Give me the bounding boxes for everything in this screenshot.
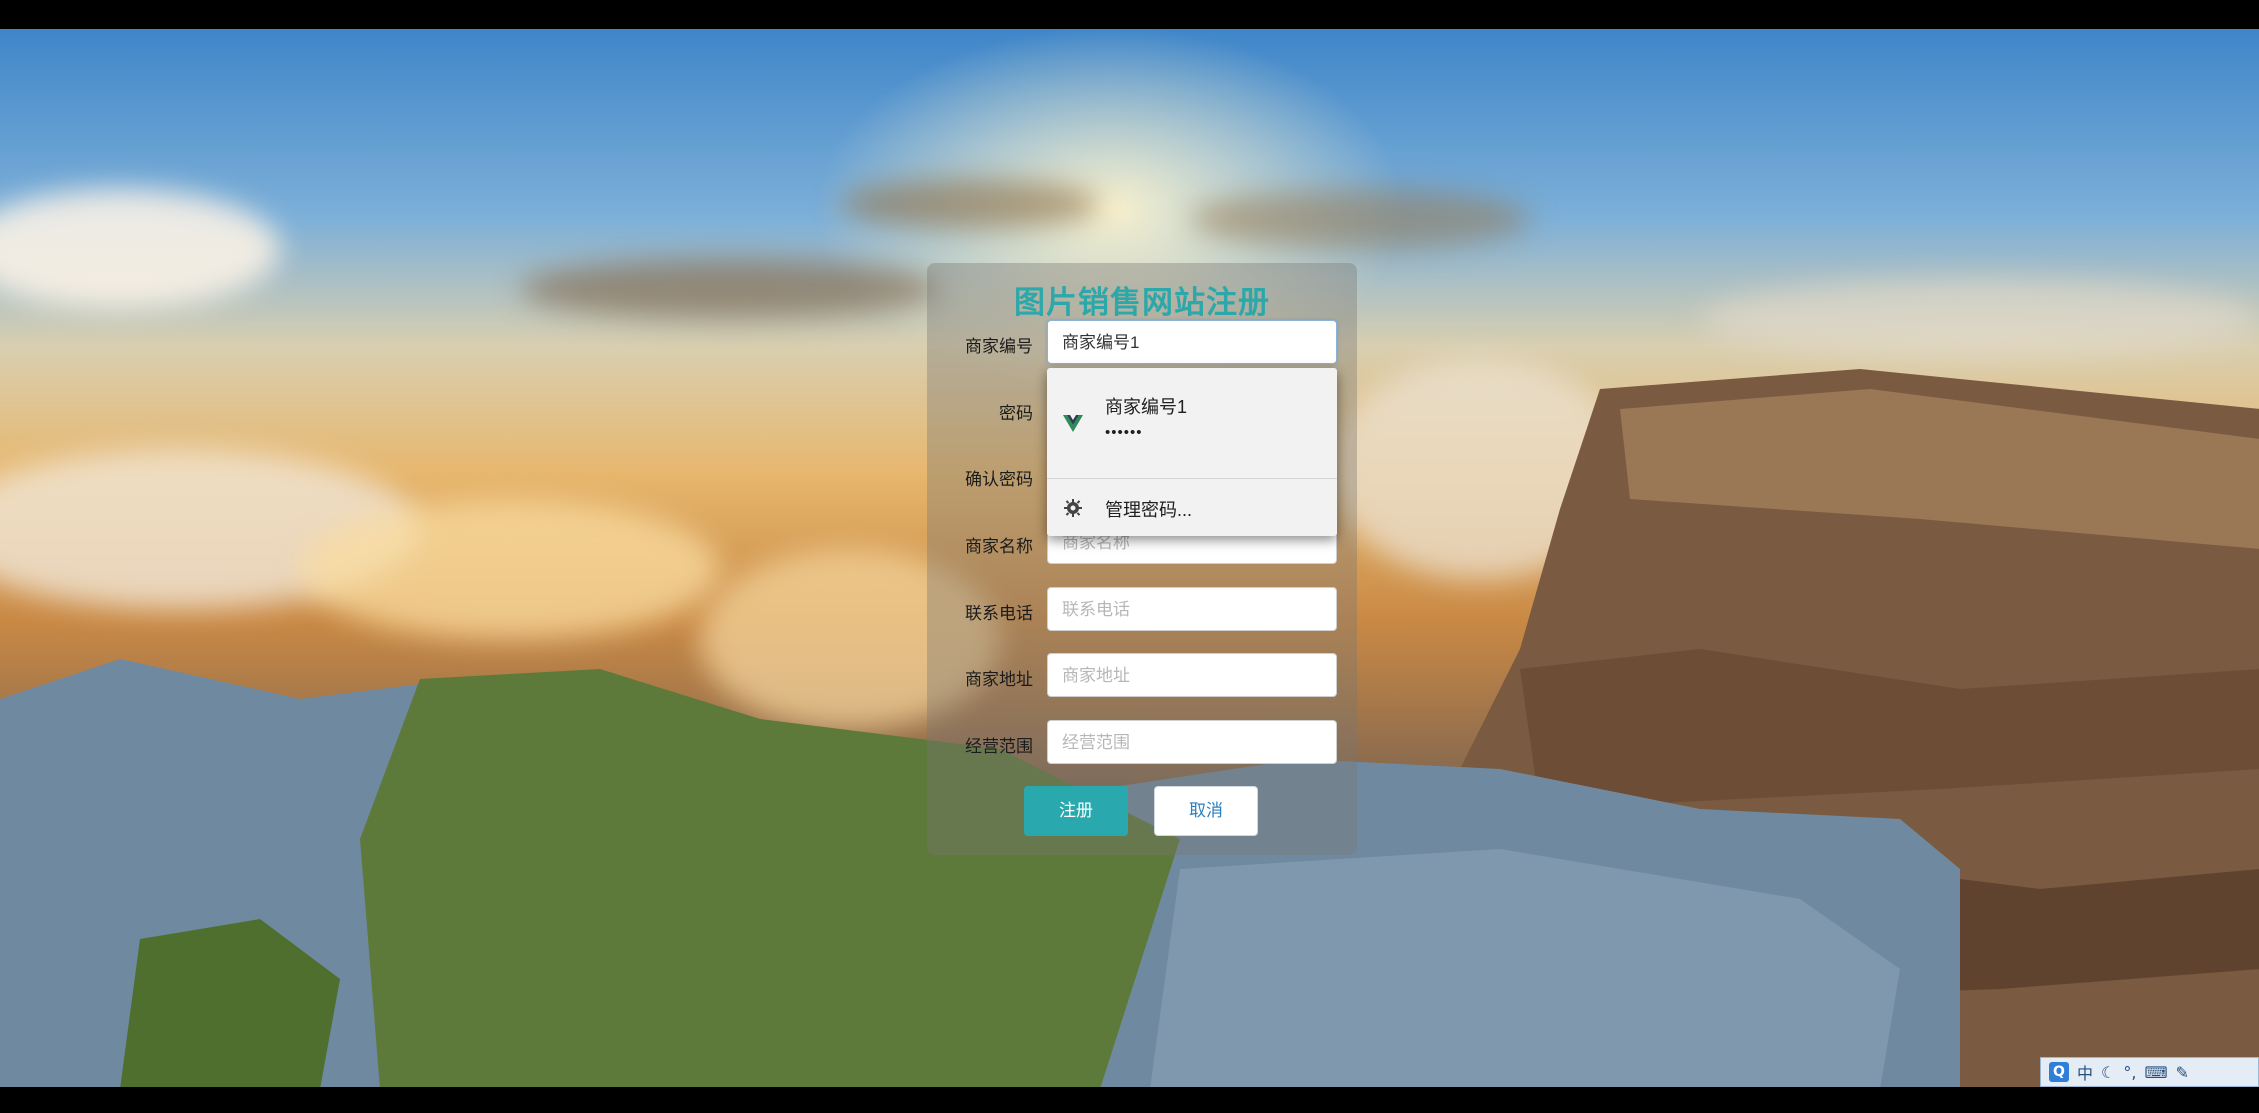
gear-icon xyxy=(1064,499,1082,517)
credential-password-mask: •••••• xyxy=(1105,424,1143,441)
merchant-id-input[interactable]: 商家编号1 xyxy=(1047,320,1337,364)
qq-icon[interactable]: Q xyxy=(2049,1062,2069,1082)
field-label: 联系电话 xyxy=(965,604,1033,623)
field-label: 商家名称 xyxy=(965,537,1033,556)
field-business-scope: 经营范围 经营范围 xyxy=(927,720,1357,766)
field-label: 经营范围 xyxy=(965,737,1033,756)
letterbox-top xyxy=(0,0,2259,29)
register-button[interactable]: 注册 xyxy=(1024,786,1128,836)
field-address: 商家地址 商家地址 xyxy=(927,653,1357,699)
address-input[interactable]: 商家地址 xyxy=(1047,653,1337,697)
punctuation-icon[interactable]: °, xyxy=(2123,1063,2136,1082)
ime-tray: Q 中 ☾ °, ⌨ ✎ xyxy=(2040,1057,2259,1087)
field-label: 密码 xyxy=(999,404,1033,423)
keyboard-icon[interactable]: ⌨ xyxy=(2144,1063,2167,1082)
ime-mode-label[interactable]: 中 xyxy=(2077,1060,2093,1084)
moon-icon[interactable]: ☾ xyxy=(2101,1063,2115,1082)
cancel-button[interactable]: 取消 xyxy=(1154,786,1258,836)
field-label: 商家地址 xyxy=(965,670,1033,689)
letterbox-bottom xyxy=(0,1087,2259,1113)
business-scope-input[interactable]: 经营范围 xyxy=(1047,720,1337,764)
manage-passwords-label: 管理密码... xyxy=(1105,500,1193,520)
field-label: 商家编号 xyxy=(965,337,1033,356)
vue-logo-icon xyxy=(1063,415,1083,432)
manage-passwords-item[interactable]: 管理密码... xyxy=(1047,479,1337,536)
field-merchant-id: 商家编号 商家编号1 xyxy=(927,320,1357,366)
field-label: 确认密码 xyxy=(965,470,1033,489)
autofill-dropdown: 商家编号1 •••••• 管理密码... xyxy=(1047,368,1337,536)
credential-username: 商家编号1 xyxy=(1105,397,1188,417)
saved-credential-item[interactable]: 商家编号1 •••••• xyxy=(1047,368,1337,478)
page-title: 图片销售网站注册 xyxy=(1014,285,1270,321)
field-phone: 联系电话 联系电话 xyxy=(927,587,1357,633)
phone-input[interactable]: 联系电话 xyxy=(1047,587,1337,631)
settings-icon[interactable]: ✎ xyxy=(2176,1063,2189,1082)
